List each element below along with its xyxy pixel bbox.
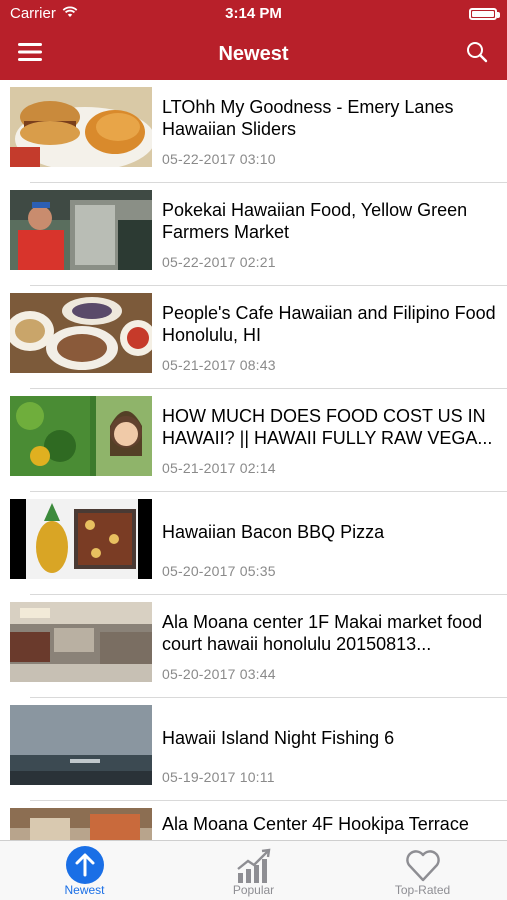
list-item[interactable]: HOW MUCH DOES FOOD COST US IN HAWAII? ||… (0, 389, 507, 492)
item-title: Hawaiian Bacon BBQ Pizza (162, 522, 385, 542)
status-time: 3:14 PM (225, 5, 282, 22)
search-icon (465, 40, 489, 69)
list-item[interactable]: Pokekai Hawaiian Food, Yellow Green Farm… (0, 183, 507, 286)
item-title: Ala Moana Center 4F Hookipa Terrace (162, 814, 469, 834)
tab-label: Newest (64, 883, 105, 897)
app: Carrier 3:14 PM Newest LTOhh My Goodness… (0, 0, 507, 900)
tab-newest[interactable]: Newest (0, 841, 169, 900)
video-thumbnail[interactable] (10, 499, 152, 579)
item-date: 05-20-2017 05:35 (162, 563, 276, 579)
search-button[interactable] (459, 38, 495, 70)
video-thumbnail[interactable] (10, 87, 152, 167)
item-title: People's Cafe Hawaiian and Filipino Food… (162, 303, 496, 345)
item-title: LTOhh My Goodness - Emery Lanes Hawaiian… (162, 97, 454, 139)
item-date: 05-22-2017 02:21 (162, 254, 276, 270)
list-item[interactable]: LTOhh My Goodness - Emery Lanes Hawaiian… (0, 80, 507, 183)
item-title: HOW MUCH DOES FOOD COST US IN HAWAII? ||… (162, 406, 493, 448)
tab-label: Popular (232, 883, 275, 897)
item-date: 05-22-2017 03:10 (162, 151, 276, 167)
list-item[interactable]: Hawaiian Bacon BBQ Pizza 05-20-2017 05:3… (0, 492, 507, 595)
video-feed-list[interactable]: LTOhh My Goodness - Emery Lanes Hawaiian… (0, 80, 507, 840)
header: Carrier 3:14 PM Newest (0, 0, 507, 80)
list-item[interactable]: Ala Moana center 1F Makai market food co… (0, 595, 507, 698)
page-title: Newest (218, 43, 289, 65)
video-thumbnail[interactable] (10, 190, 152, 270)
item-date: 05-19-2017 10:11 (162, 769, 275, 785)
status-bar: Carrier 3:14 PM (0, 0, 507, 28)
item-title: Pokekai Hawaiian Food, Yellow Green Farm… (162, 200, 468, 242)
heart-icon (403, 845, 443, 885)
video-thumbnail[interactable] (10, 293, 152, 373)
item-title: Ala Moana center 1F Makai market food co… (162, 612, 483, 654)
video-thumbnail[interactable] (10, 396, 152, 476)
video-thumbnail[interactable] (10, 705, 152, 785)
list-item[interactable]: Ala Moana Center 4F Hookipa Terrace (0, 801, 507, 840)
item-title: Hawaii Island Night Fishing 6 (162, 728, 395, 748)
list-item[interactable]: People's Cafe Hawaiian and Filipino Food… (0, 286, 507, 389)
navigation-bar: Newest (0, 28, 507, 80)
list-item[interactable]: Hawaii Island Night Fishing 6 05-19-2017… (0, 698, 507, 801)
tab-bar: Newest Popular Top-Rated (0, 840, 507, 900)
video-thumbnail[interactable] (10, 808, 152, 840)
item-date: 05-21-2017 08:43 (162, 357, 276, 373)
up-arrow-circle-icon (65, 845, 105, 885)
battery-icon (469, 8, 500, 20)
video-thumbnail[interactable] (10, 602, 152, 682)
trending-chart-icon (234, 845, 274, 885)
tab-popular[interactable]: Popular (169, 841, 338, 900)
item-date: 05-21-2017 02:14 (162, 460, 276, 476)
tab-top-rated[interactable]: Top-Rated (338, 841, 507, 900)
tab-label: Top-Rated (394, 883, 451, 897)
item-date: 05-20-2017 03:44 (162, 666, 276, 682)
